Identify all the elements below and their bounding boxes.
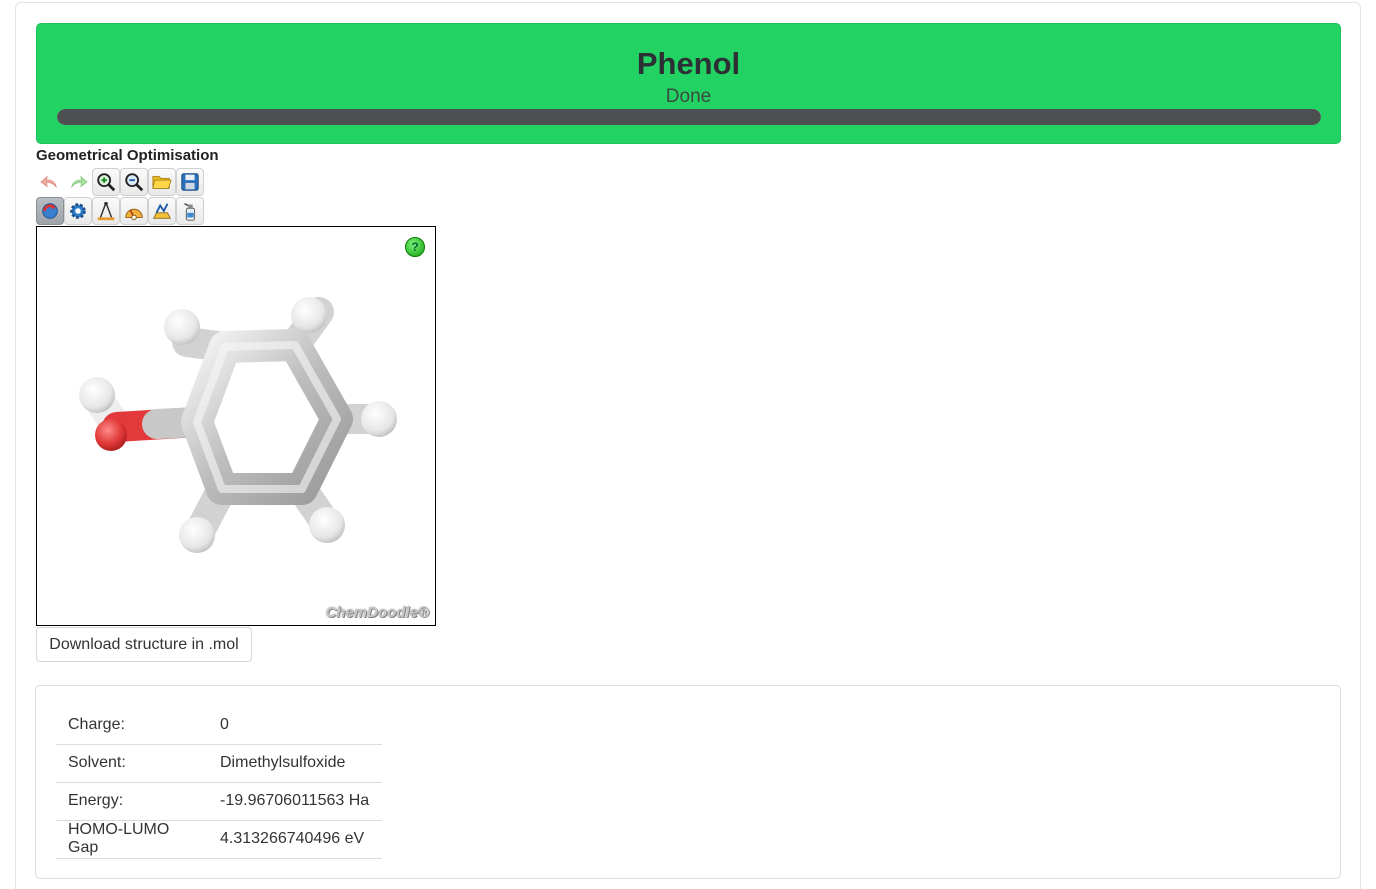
- hydrogen-atom: [179, 517, 215, 553]
- table-row: Charge: 0: [56, 706, 382, 745]
- table-row: Energy: -19.96706011563 Ha: [56, 782, 382, 821]
- section-title: Geometrical Optimisation: [36, 147, 219, 164]
- clear-spray-icon: [184, 203, 196, 221]
- progress-bar: [57, 109, 1321, 125]
- molecule-title: Phenol: [636, 46, 741, 81]
- redo-icon: [71, 175, 88, 188]
- settings-button[interactable]: [64, 197, 92, 225]
- property-value: Dimethylsulfoxide: [208, 744, 382, 783]
- hydrogen-atom: [361, 401, 397, 437]
- viewer-toolbar-top: [36, 168, 204, 196]
- open-folder-icon: [152, 176, 172, 189]
- settings-gear-icon: [70, 203, 86, 219]
- property-value: -19.96706011563 Ha: [208, 782, 382, 821]
- measure-distance-icon: [97, 201, 115, 221]
- property-label: Solvent:: [56, 744, 208, 783]
- rotate-icon: [42, 203, 58, 219]
- rotate-mode-button[interactable]: [36, 197, 64, 225]
- measure-torsion-icon: [153, 203, 171, 219]
- phenol-molecule-render: [79, 297, 397, 553]
- property-value: 4.313266740496 eV: [208, 820, 382, 859]
- undo-icon: [40, 175, 57, 188]
- molecule-3d-viewer[interactable]: ? ChemDoodle®: [36, 226, 436, 626]
- hydrogen-atom: [291, 297, 327, 333]
- open-file-button[interactable]: [148, 168, 176, 196]
- viewer-toolbar-bottom: [36, 197, 204, 225]
- help-icon[interactable]: ?: [405, 237, 425, 257]
- save-disk-icon: [181, 173, 199, 191]
- hydrogen-atom: [79, 377, 115, 413]
- measure-angle-button[interactable]: [120, 197, 148, 225]
- property-label: Charge:: [56, 706, 208, 745]
- measure-angle-icon: [125, 208, 143, 221]
- chemdoodle-watermark: ChemDoodle®: [325, 604, 429, 621]
- zoom-out-icon: [125, 173, 144, 192]
- progress-bar-fill: [57, 109, 1321, 125]
- hydrogen-atom: [309, 507, 345, 543]
- table-row: HOMO-LUMO Gap 4.313266740496 eV: [56, 820, 382, 859]
- hydrogen-atom: [164, 309, 200, 345]
- measure-distance-button[interactable]: [92, 197, 120, 225]
- zoom-out-button[interactable]: [120, 168, 148, 196]
- zoom-in-button[interactable]: [92, 168, 120, 196]
- measure-torsion-button[interactable]: [148, 197, 176, 225]
- job-status-banner: Phenol Done: [36, 23, 1341, 144]
- undo-button[interactable]: [36, 168, 64, 196]
- job-status-text: Done: [665, 86, 712, 107]
- oxygen-atom: [95, 419, 127, 451]
- property-value: 0: [208, 706, 382, 745]
- property-label: HOMO-LUMO Gap: [56, 820, 208, 859]
- table-row: Solvent: Dimethylsulfoxide: [56, 744, 382, 783]
- zoom-in-icon: [97, 173, 116, 192]
- property-label: Energy:: [56, 782, 208, 821]
- clear-button[interactable]: [176, 197, 204, 225]
- download-mol-button[interactable]: Download structure in .mol: [36, 627, 252, 662]
- properties-table: Charge: 0 Solvent: Dimethylsulfoxide Ene…: [56, 706, 382, 859]
- redo-button[interactable]: [64, 168, 92, 196]
- properties-card: Charge: 0 Solvent: Dimethylsulfoxide Ene…: [35, 685, 1341, 879]
- save-file-button[interactable]: [176, 168, 204, 196]
